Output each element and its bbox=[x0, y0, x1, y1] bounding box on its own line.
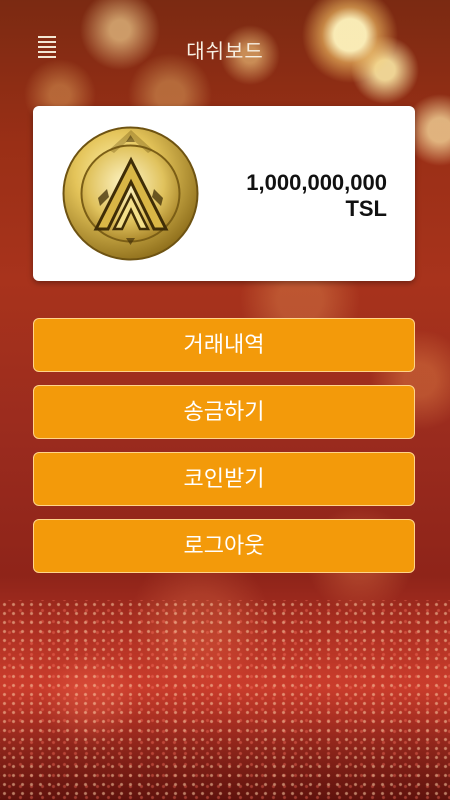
balance-card: 1,000,000,000 TSL bbox=[33, 106, 415, 281]
transactions-button[interactable]: 거래내역 bbox=[33, 318, 415, 372]
coin-logo-icon bbox=[62, 126, 199, 261]
balance-display: 1,000,000,000 TSL bbox=[246, 170, 387, 222]
logout-button[interactable]: 로그아웃 bbox=[33, 519, 415, 573]
balance-amount: 1,000,000,000 bbox=[246, 170, 387, 195]
send-button[interactable]: 송금하기 bbox=[33, 385, 415, 439]
balance-unit: TSL bbox=[345, 196, 387, 221]
page-title: 대쉬보드 bbox=[186, 39, 264, 63]
glitter-background bbox=[0, 600, 450, 800]
app-header: 대쉬보드 bbox=[0, 0, 450, 90]
receive-coin-button[interactable]: 코인받기 bbox=[33, 452, 415, 506]
